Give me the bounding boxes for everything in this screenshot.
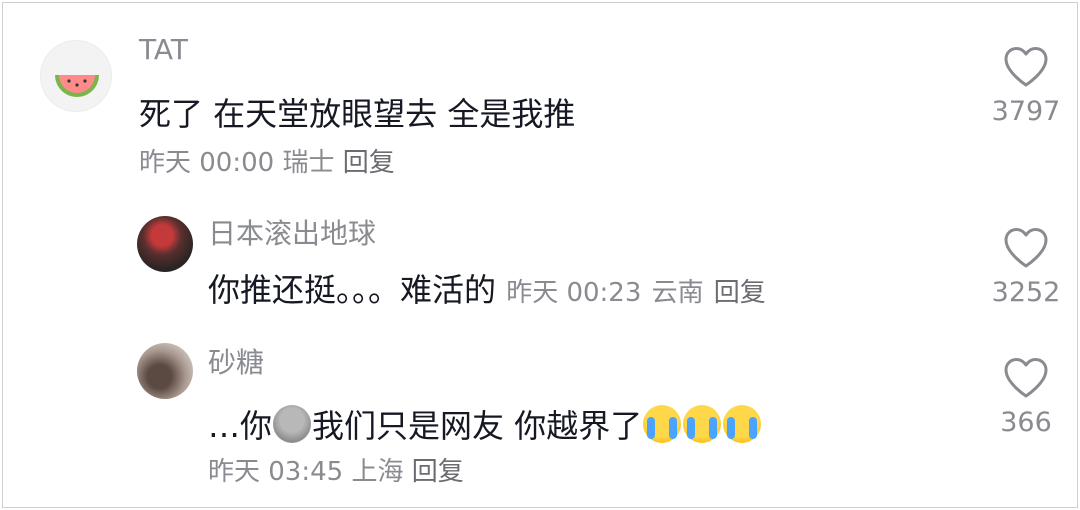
reply-username[interactable]: 砂糖 xyxy=(208,349,264,377)
reply-button[interactable]: 回复 xyxy=(343,148,395,178)
avatar[interactable] xyxy=(137,343,193,399)
like-button[interactable]: 366 xyxy=(991,357,1061,436)
comment-list: TAT 死了 在天堂放眼望去 全是我推 昨天 00:00 瑞士 回复 3797 … xyxy=(2,2,1078,508)
like-button[interactable]: 3797 xyxy=(991,46,1061,125)
reply-time: 昨天 00:23 xyxy=(506,278,642,308)
reply-text: 你推还挺。。。难活的 xyxy=(208,271,497,309)
comment-meta: 昨天 00:00 瑞士 回复 xyxy=(139,150,395,176)
crying-emoji-icon xyxy=(723,405,762,443)
reply-username[interactable]: 日本滚出地球 xyxy=(208,220,376,248)
reply-text-main: 我们只是网友 你越界了 xyxy=(312,407,643,445)
avatar[interactable] xyxy=(40,40,112,112)
avatar[interactable] xyxy=(137,216,193,272)
reply-button[interactable]: 回复 xyxy=(714,278,766,308)
reply-button[interactable]: 回复 xyxy=(412,457,464,487)
reply-location: 云南 xyxy=(651,278,704,308)
watermelon-icon xyxy=(55,75,99,97)
heart-icon xyxy=(1004,47,1048,87)
comment-text: 死了 在天堂放眼望去 全是我推 xyxy=(139,95,576,133)
crying-emoji-icon xyxy=(683,405,722,443)
like-count: 366 xyxy=(1000,407,1052,438)
reply-time: 昨天 03:45 xyxy=(208,457,344,487)
heart-icon xyxy=(1004,358,1048,398)
reply-text: …你 我们只是网友 你越界了 xyxy=(208,405,762,443)
comment-username[interactable]: TAT xyxy=(139,36,188,64)
reply-text-prefix: …你 xyxy=(208,407,273,445)
like-button[interactable]: 3252 xyxy=(991,227,1061,306)
comment-time: 昨天 00:00 xyxy=(139,148,275,178)
crying-emoji-icon xyxy=(643,405,682,443)
heart-icon xyxy=(1004,228,1048,268)
reply-location: 上海 xyxy=(351,457,404,487)
pigeon-emoji-icon xyxy=(273,405,312,443)
reply-meta: 昨天 03:45 上海 回复 xyxy=(208,459,464,485)
comment-location: 瑞士 xyxy=(282,148,335,178)
like-count: 3252 xyxy=(991,277,1061,308)
reply-text-line: 你推还挺。。。难活的 昨天 00:23 云南 回复 xyxy=(208,274,766,306)
like-count: 3797 xyxy=(991,96,1061,127)
